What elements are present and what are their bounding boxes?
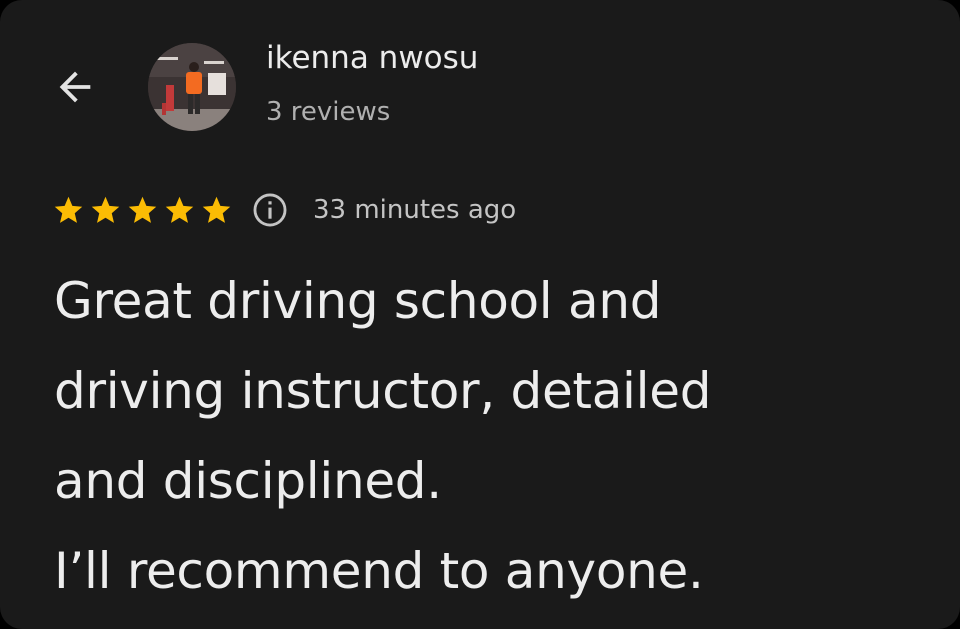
star-rating — [52, 194, 237, 227]
avatar-photo — [148, 43, 236, 131]
info-icon[interactable] — [251, 191, 289, 229]
review-text-line: Great driving school and — [54, 272, 662, 330]
review-screen: ikenna nwosu 3 reviews 33 minutes ago Gr… — [0, 0, 960, 629]
arrow-back-icon — [59, 71, 91, 103]
star-icon — [128, 196, 157, 223]
back-button[interactable] — [46, 58, 104, 116]
review-text: Great driving school and driving instruc… — [54, 256, 934, 616]
review-text-line: driving instructor, detailed — [54, 362, 712, 420]
review-meta: 33 minutes ago — [52, 188, 516, 232]
review-timestamp: 33 minutes ago — [313, 195, 517, 225]
star-icon — [91, 196, 120, 223]
star-icon — [54, 196, 83, 223]
avatar[interactable] — [148, 43, 236, 131]
reviewer-name[interactable]: ikenna nwosu — [266, 40, 478, 76]
review-count: 3 reviews — [266, 97, 391, 127]
star-icon — [202, 196, 231, 223]
review-text-line: I’ll recommend to anyone. — [54, 542, 704, 600]
star-icon — [165, 196, 194, 223]
review-text-line: and disciplined. — [54, 452, 442, 510]
